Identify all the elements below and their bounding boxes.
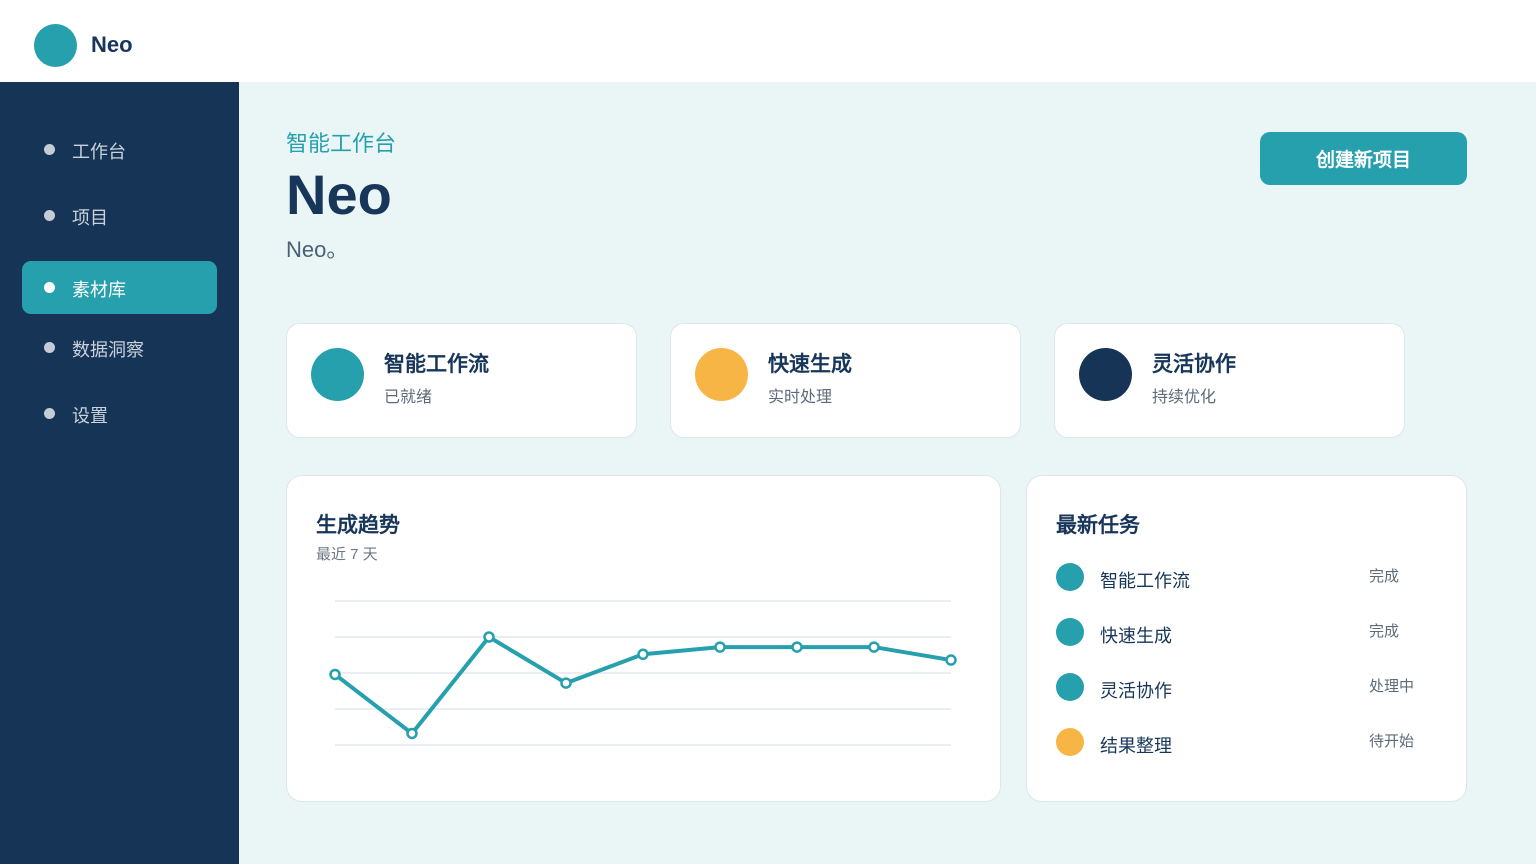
sidebar-item-label: 项目 xyxy=(72,208,108,228)
sidebar-item-workbench[interactable]: 工作台 xyxy=(22,123,217,176)
chart-point[interactable] xyxy=(483,631,495,643)
sidebar-item-label: 数据洞察 xyxy=(72,340,144,360)
task-status: 待开始 xyxy=(1369,733,1415,750)
stat-subtitle: 已就绪 xyxy=(384,389,433,406)
page-eyebrow: 智能工作台 xyxy=(286,131,397,156)
app-name: Neo xyxy=(91,32,133,57)
sidebar-item-settings[interactable]: 设置 xyxy=(22,387,217,440)
task-status-dot-icon xyxy=(1056,563,1084,591)
stat-title: 智能工作流 xyxy=(384,353,489,376)
page-title: Neo xyxy=(286,163,392,226)
nav-dot-icon xyxy=(44,282,55,293)
chart-point[interactable] xyxy=(868,641,880,653)
stat-subtitle: 持续优化 xyxy=(1152,389,1217,406)
stat-card-generation: 快速生成 实时处理 xyxy=(670,323,1021,438)
task-status-dot-icon xyxy=(1056,728,1084,756)
chart-point[interactable] xyxy=(560,677,572,689)
task-name: 结果整理 xyxy=(1100,736,1172,756)
top-bar: Neo xyxy=(0,0,1536,82)
task-name: 灵活协作 xyxy=(1100,681,1172,701)
task-name: 快速生成 xyxy=(1100,626,1172,646)
stat-card-collaboration: 灵活协作 持续优化 xyxy=(1054,323,1405,438)
task-row[interactable]: 灵活协作 处理中 xyxy=(1056,671,1436,703)
task-status: 完成 xyxy=(1369,623,1400,640)
task-status: 处理中 xyxy=(1369,678,1415,695)
chart-point[interactable] xyxy=(329,668,341,681)
nav-dot-icon xyxy=(44,342,55,353)
sidebar-item-projects[interactable]: 项目 xyxy=(22,189,217,242)
generation-circle-icon xyxy=(695,348,748,401)
sidebar-item-label: 设置 xyxy=(72,406,108,426)
chart-point[interactable] xyxy=(637,648,649,661)
trend-panel: 生成趋势 最近 7 天 xyxy=(286,475,1001,802)
logo-icon xyxy=(34,24,77,67)
workflow-circle-icon xyxy=(311,348,364,401)
tasks-panel: 最新任务 智能工作流 完成 快速生成 完成 灵活协作 处理中 结果整理 待开始 xyxy=(1026,475,1467,802)
task-status-dot-icon xyxy=(1056,673,1084,701)
sidebar: 工作台 项目 素材库 数据洞察 设置 xyxy=(0,82,239,864)
sidebar-item-label: 素材库 xyxy=(72,280,126,300)
task-name: 智能工作流 xyxy=(1100,571,1190,591)
sidebar-item-insights[interactable]: 数据洞察 xyxy=(22,321,217,374)
task-row[interactable]: 结果整理 待开始 xyxy=(1056,726,1436,758)
chart-point[interactable] xyxy=(791,641,803,653)
chart-point[interactable] xyxy=(406,727,418,740)
create-project-button[interactable]: 创建新项目 xyxy=(1260,132,1467,185)
stat-title: 灵活协作 xyxy=(1152,353,1236,376)
trend-line-chart xyxy=(329,600,957,746)
stat-subtitle: 实时处理 xyxy=(768,389,833,406)
nav-dot-icon xyxy=(44,408,55,419)
task-status-dot-icon xyxy=(1056,618,1084,646)
chart-point[interactable] xyxy=(945,654,957,666)
tasks-title: 最新任务 xyxy=(1056,514,1140,537)
sidebar-item-assets[interactable]: 素材库 xyxy=(22,261,217,314)
nav-dot-icon xyxy=(44,144,55,155)
task-status: 完成 xyxy=(1369,568,1400,585)
nav-dot-icon xyxy=(44,210,55,221)
page-subtitle: Neo。 xyxy=(286,237,349,262)
sidebar-item-label: 工作台 xyxy=(72,142,126,162)
task-row[interactable]: 快速生成 完成 xyxy=(1056,616,1436,648)
stat-card-workflow: 智能工作流 已就绪 xyxy=(286,323,637,438)
chart-point[interactable] xyxy=(714,641,726,653)
task-row[interactable]: 智能工作流 完成 xyxy=(1056,561,1436,593)
stat-title: 快速生成 xyxy=(768,353,852,376)
collaboration-circle-icon xyxy=(1079,348,1132,401)
